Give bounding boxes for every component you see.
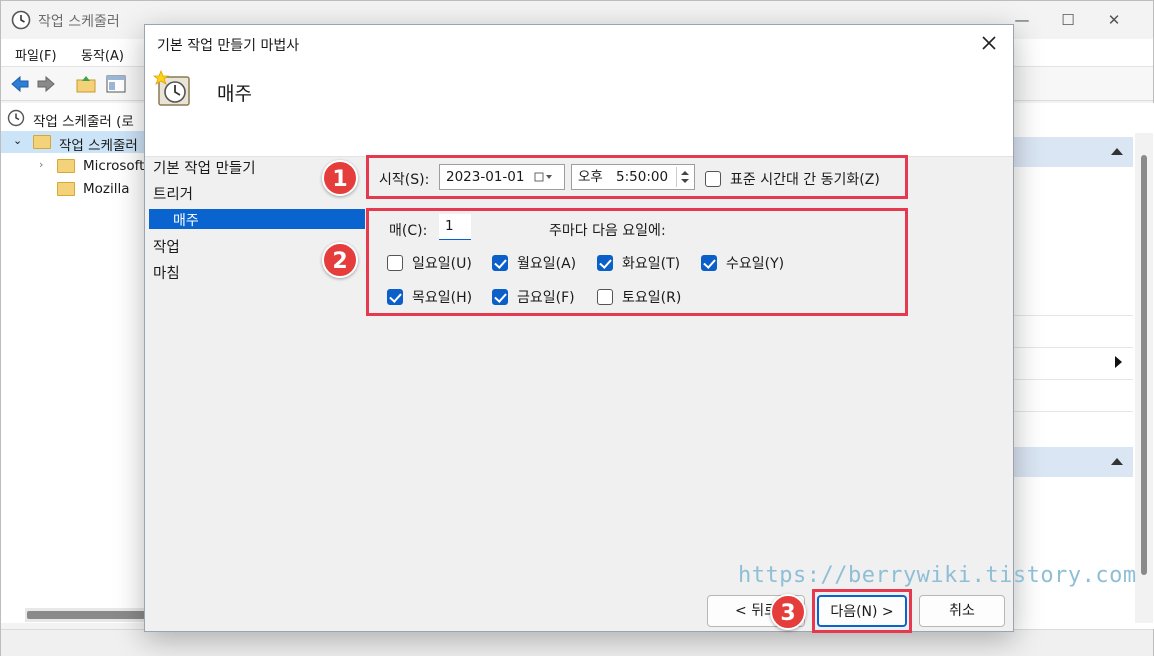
clock-icon [7,109,25,127]
menu-action[interactable]: 동작(A) [81,45,124,64]
folder-clock-icon [33,135,51,149]
nav-item-create-basic-task[interactable]: 기본 작업 만들기 [153,157,256,178]
maximize-icon[interactable]: ☐ [1053,11,1083,29]
actions-section-header[interactable] [1013,137,1133,167]
nav-item-action[interactable]: 작업 [153,236,180,257]
chevron-right-icon[interactable]: › [39,158,43,171]
collapse-icon[interactable] [1111,458,1123,465]
forward-arrow-icon[interactable] [35,73,57,95]
annotation-box-days [366,208,908,316]
basic-task-wizard-dialog: 기본 작업 만들기 마법사 매주 기본 작업 만들기 트리거 매주 작업 마침 … [144,24,1014,632]
clock-icon [11,10,31,30]
folder-icon [57,182,75,196]
folder-up-icon[interactable] [75,73,97,95]
tree-item-label: 작업 스케줄러 (로 [33,114,134,130]
submenu-arrow-icon[interactable] [1115,356,1122,368]
dialog-title: 기본 작업 만들기 마법사 [157,38,300,54]
scrollbar-thumb[interactable] [1141,155,1147,575]
nav-item-finish[interactable]: 마침 [153,262,180,283]
collapse-icon[interactable] [1111,148,1123,155]
watermark: https://berrywiki.tistory.com [738,563,1137,588]
close-main-icon[interactable]: ✕ [1099,11,1129,29]
nav-item-weekly[interactable]: 매주 [149,209,365,229]
cancel-button[interactable]: 취소 [919,595,1005,627]
nav-item-label: 매주 [173,213,199,229]
main-window-title: 작업 스케줄러 [38,14,120,30]
divider [1013,379,1133,380]
tree-item-label: 작업 스케줄러 [59,138,138,154]
wizard-nav: 기본 작업 만들기 트리거 매주 작업 마침 [145,157,365,597]
divider [1013,411,1133,412]
schedule-clock-icon [153,69,190,106]
nav-item-trigger[interactable]: 트리거 [153,183,193,204]
page-header: 매주 [217,83,252,105]
tree-pane: 작업 스케줄러 (로 ⌄ 작업 스케줄러 › Microsoft Mozilla [1,103,151,623]
close-icon[interactable] [977,31,1001,55]
annotation-box-start [366,155,908,199]
annotation-badge-1: 1 [322,160,358,196]
annotation-badge-2: 2 [322,242,358,278]
dialog-banner: 매주 [145,61,1013,157]
scrollbar-thumb[interactable] [27,611,145,619]
divider [1013,347,1133,348]
tree-item-label: Microsoft [83,158,145,174]
tree-item-library[interactable]: ⌄ 작업 스케줄러 [1,131,151,154]
annotation-badge-3: 3 [770,594,806,630]
divider [1013,315,1133,316]
back-arrow-icon[interactable] [9,73,31,95]
actions-vertical-scrollbar[interactable] [1135,133,1153,623]
selected-item-section-header[interactable] [1013,447,1133,477]
tree-horizontal-scrollbar[interactable] [25,608,149,622]
panel-view-icon[interactable] [105,73,127,95]
menu-file[interactable]: 파일(F) [15,45,57,64]
status-bar [1,629,1153,656]
folder-icon [57,159,75,173]
tree-item-label: Mozilla [83,181,130,197]
chevron-down-icon[interactable]: ⌄ [13,134,22,147]
actions-pane [1013,103,1154,629]
dialog-title-bar: 기본 작업 만들기 마법사 [145,25,1013,61]
annotation-box-next [812,589,912,633]
